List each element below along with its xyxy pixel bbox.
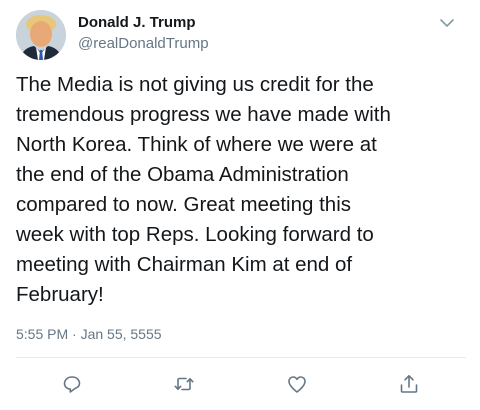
heart-icon[interactable] <box>285 372 309 396</box>
divider <box>16 357 466 358</box>
retweet-icon[interactable] <box>172 372 196 396</box>
tweet-text: The Media is not giving us credit for th… <box>16 73 391 306</box>
reply-icon[interactable] <box>60 372 84 396</box>
author-name[interactable]: Donald J. Trump <box>78 13 196 32</box>
avatar-image <box>16 10 66 60</box>
tweet-card: Donald J. Trump @realDonaldTrump The Med… <box>0 0 480 410</box>
avatar[interactable] <box>16 10 66 60</box>
chevron-down-icon[interactable] <box>437 14 457 32</box>
share-icon[interactable] <box>397 372 421 396</box>
tweet-timestamp[interactable]: 5:55 PM · Jan 55, 5555 <box>16 325 162 343</box>
author-handle[interactable]: @realDonaldTrump <box>78 34 209 53</box>
